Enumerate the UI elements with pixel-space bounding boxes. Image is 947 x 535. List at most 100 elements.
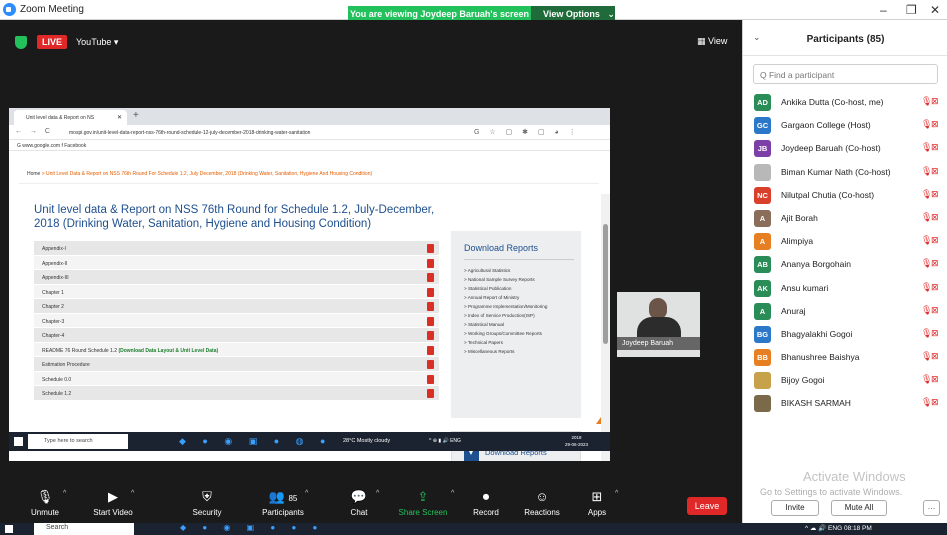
new-tab-button[interactable]: + [133, 110, 139, 121]
close-button[interactable]: ✕ [930, 3, 940, 17]
document-row[interactable]: Chapter-4 [34, 328, 439, 343]
panel-link[interactable]: Agricultural Statistics [464, 266, 574, 275]
participant-row[interactable]: Bijoy Gogoi 🎙 ⊠ [743, 369, 947, 392]
youtube-stream-dropdown[interactable]: YouTube ▾ [76, 37, 118, 48]
panel-link[interactable]: Miscellaneous Reports [464, 347, 574, 356]
mute-all-button[interactable]: Mute All [831, 500, 887, 516]
window-title: Zoom Meeting [20, 4, 84, 15]
participant-video-tile[interactable]: Joydeep Baruah [617, 292, 700, 357]
chevron-up-icon[interactable]: ^ [451, 490, 454, 497]
panel-link[interactable]: Programme Implementation/Monitoring [464, 302, 574, 311]
pdf-icon[interactable] [427, 258, 434, 268]
pdf-icon[interactable] [427, 331, 434, 340]
start-video-button[interactable]: ▶ Start Video ^ [83, 488, 143, 517]
panel-link[interactable]: Technical Papers [464, 338, 574, 347]
download-data-link[interactable]: (Download Data Layout & Unit Level Data) [118, 348, 218, 354]
breadcrumb-home[interactable]: Home [27, 171, 40, 177]
tab-close-icon[interactable]: ✕ [117, 114, 122, 121]
browser-toolbar-icons[interactable]: G ☆ ▢ ✱ ▢ ◕ ⋮ [474, 128, 580, 136]
participant-row[interactable]: AB Ananya Borgohain 🎙 ⊠ [743, 253, 947, 276]
document-row[interactable]: Chapter 2 [34, 299, 439, 314]
video-person-body [637, 317, 681, 337]
security-shield-icon [15, 36, 27, 49]
unmute-button[interactable]: 🎙 Unmute ^ [15, 488, 75, 517]
participant-row[interactable]: BB Bhanushree Baishya 🎙 ⊠ [743, 346, 947, 369]
panel-link[interactable]: Annual Report of Ministry [464, 293, 574, 302]
participant-row[interactable]: AD Ankika Dutta (Co-host, me) 🎙 ⊠ [743, 91, 947, 114]
chevron-up-icon[interactable]: ^ [305, 490, 308, 497]
security-button[interactable]: ⛨ Security [177, 488, 237, 517]
document-row[interactable]: Appendix-III [34, 270, 439, 285]
participant-row[interactable]: NC Nilutpal Chutia (Co-host) 🎙 ⊠ [743, 184, 947, 207]
pdf-icon[interactable] [427, 345, 434, 355]
taskbar-app-icons[interactable]: ◆ ● ◉ ▣ ● ● ● [180, 523, 324, 532]
panel-link[interactable]: Statistical Manual [464, 320, 574, 329]
participants-button[interactable]: 👥 85 Participants ^ [253, 488, 313, 517]
document-row-readme[interactable]: README 76 Round Schedule 1.2 (Download D… [34, 342, 439, 357]
pdf-icon[interactable] [427, 389, 434, 398]
leave-button[interactable]: Leave [687, 497, 727, 515]
pdf-icon[interactable] [427, 273, 434, 282]
record-button[interactable]: ⏺ Record [456, 488, 516, 517]
more-options-button[interactable]: … [923, 500, 940, 516]
panel-link[interactable]: Working Groups/Committee Reports [464, 329, 574, 338]
panel-link[interactable]: National Sample Survey Reports [464, 275, 574, 284]
maximize-button[interactable]: ❐ [906, 3, 917, 17]
pdf-icon[interactable] [427, 316, 434, 326]
chevron-up-icon[interactable]: ^ [131, 490, 134, 497]
activate-windows-subtext: Go to Settings to activate Windows. [760, 487, 903, 497]
chevron-up-icon[interactable]: ^ [376, 490, 379, 497]
chevron-down-icon: ⌄ [607, 9, 615, 19]
participant-row[interactable]: A Ajit Borah 🎙 ⊠ [743, 207, 947, 230]
pdf-icon[interactable] [427, 360, 434, 369]
system-tray[interactable]: ^ ☁ 🔊 ENG 08:18 PM [805, 524, 872, 532]
windows-start-icon[interactable] [5, 525, 13, 533]
url-field[interactable]: mospi.gov.in/unit-level-data-report-nss-… [69, 130, 310, 136]
document-row[interactable]: Appendix-II [34, 255, 439, 270]
view-button[interactable]: ▦ View [697, 36, 727, 47]
browser-tab[interactable]: Unit level data & Report on NS ✕ [14, 110, 127, 125]
reactions-button[interactable]: ☺ Reactions [512, 488, 572, 517]
scrollbar-thumb[interactable] [603, 224, 608, 344]
control-label: Unmute [30, 508, 59, 517]
participant-row[interactable]: Biman Kumar Nath (Co-host) 🎙 ⊠ [743, 161, 947, 184]
panel-link[interactable]: Index of Service Production(ISP) [464, 311, 574, 320]
document-row[interactable]: Estimation Procedure [34, 357, 439, 372]
nav-buttons[interactable]: ← → C [15, 128, 53, 135]
pdf-icon[interactable] [427, 302, 434, 311]
participant-row[interactable]: BIKASH SARMAH 🎙 ⊠ [743, 392, 947, 415]
participant-row[interactable]: AK Ansu kumari 🎙 ⊠ [743, 277, 947, 300]
bookmarks-bar[interactable]: G www.google.com f Facebook [9, 140, 610, 151]
taskbar-search-box[interactable]: Search [34, 523, 134, 535]
participant-row[interactable]: JB Joydeep Baruah (Co-host) 🎙 ⊠ [743, 137, 947, 160]
chevron-up-icon[interactable]: ^ [615, 490, 618, 497]
pdf-icon[interactable] [427, 287, 434, 297]
video-off-icon: ⊠ [931, 142, 939, 153]
page-scrollbar[interactable] [601, 194, 610, 461]
taskbar-app-icons: ◆ ● ◉ ▣ ● ◍ ● [179, 436, 333, 446]
invite-button[interactable]: Invite [771, 500, 819, 516]
participants-glyph: 👥 [268, 489, 285, 504]
video-off-icon: ⊠ [931, 258, 939, 269]
participant-name: Alimpiya [781, 236, 814, 247]
live-badge[interactable]: LIVE [37, 35, 67, 49]
document-row[interactable]: Chapter-3 [34, 313, 439, 328]
participant-row[interactable]: BG Bhagyalakhi Gogoi 🎙 ⊠ [743, 323, 947, 346]
document-row[interactable]: Schedule 1.2 [34, 386, 439, 401]
apps-button[interactable]: ⊞ Apps ^ [567, 488, 627, 517]
chat-button[interactable]: 💬 Chat ^ [329, 488, 389, 517]
document-row[interactable]: Schedule 0.0 [34, 371, 439, 386]
pdf-icon[interactable] [427, 374, 434, 384]
chevron-up-icon[interactable]: ^ [63, 490, 66, 497]
participant-search-input[interactable]: Q Find a participant [753, 64, 938, 84]
document-row[interactable]: Chapter 1 [34, 284, 439, 299]
pdf-icon[interactable] [427, 244, 434, 253]
document-row[interactable]: Appendix-I [34, 241, 439, 256]
participant-row[interactable]: A Alimpiya 🎙 ⊠ [743, 230, 947, 253]
share-screen-button[interactable]: ⇪ Share Screen ^ [393, 488, 455, 517]
panel-link[interactable]: Statistical Publication [464, 284, 574, 293]
participant-row[interactable]: A Anuraj 🎙 ⊠ [743, 300, 947, 323]
participant-row[interactable]: GC Gargaon College (Host) 🎙 ⊠ [743, 114, 947, 137]
control-label: Start Video [93, 508, 133, 517]
minimize-button[interactable]: – [880, 3, 887, 17]
